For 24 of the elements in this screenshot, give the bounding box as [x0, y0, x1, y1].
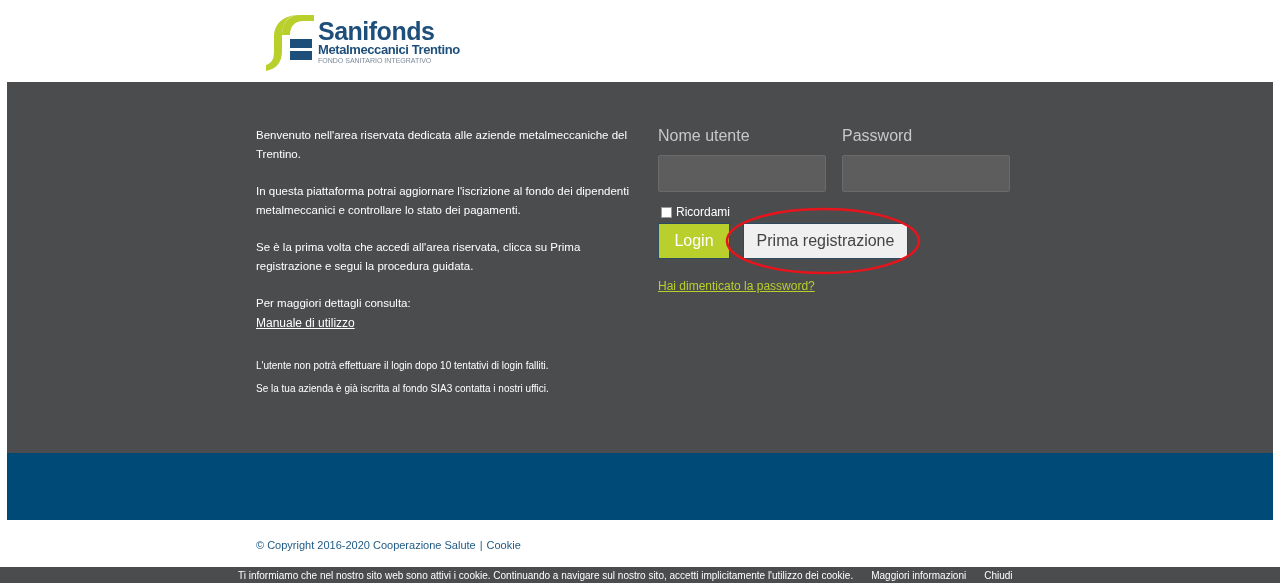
login-note: L'utente non potrà effettuare il login dopo 10 tentativi di login falliti.: [256, 359, 550, 373]
close-link[interactable]: Chiudi: [984, 569, 1013, 581]
input-field[interactable]: [658, 155, 826, 192]
field-label: Password: [842, 126, 914, 146]
intro-paragraph: In questa piattaforma potrai aggiornare l'iscrizione al fondo dei dipendenti metalmeccanici e controllare lo stato dei pagamenti.: [256, 184, 630, 218]
logo-name: Sanifonds: [318, 19, 436, 43]
details-label: Per maggiori dettagli consulta:: [256, 296, 412, 311]
remember-checkbox[interactable]: [661, 206, 672, 218]
register-button[interactable]: Prima registrazione: [743, 223, 908, 259]
intro-paragraph: Se è la prima volta che accedi all'area riservata, clicca su Prima registrazione e segui la procedura guidata.: [256, 240, 582, 274]
forgot-password-link[interactable]: Hai dimenticato la password?: [658, 279, 815, 293]
copyright-text: © Copyright 2016-2020 Cooperazione Salute: [256, 539, 476, 553]
cookie-link[interactable]: Cookie: [486, 539, 521, 567]
cookie-notice: Ti informiamo che nel nostro sito web sono attivi i cookie. Continuando a navigare sul nostro sito, accetti implicitamente l'utilizzo dei cookie.: [238, 569, 854, 581]
manual-link[interactable]: Manuale di utilizzo: [256, 316, 355, 330]
logo-mark-icon: [264, 13, 316, 73]
footer-separator: |: [479, 539, 483, 553]
more-info-link[interactable]: Maggiori informazioni: [871, 569, 967, 581]
intro-paragraph: Benvenuto nell'area riservata dedicata alle aziende metalmeccaniche del Trentino.: [256, 128, 629, 162]
input-field[interactable]: [842, 155, 1010, 192]
login-note: Se la tua azienda è già iscritta al fondo SIA3 contatta i nostri uffici.: [256, 382, 550, 396]
logo-subtitle: Metalmeccanici Trentino: [318, 43, 460, 57]
field-label: Nome utente: [658, 126, 751, 146]
remember-label: Ricordami: [676, 205, 730, 219]
